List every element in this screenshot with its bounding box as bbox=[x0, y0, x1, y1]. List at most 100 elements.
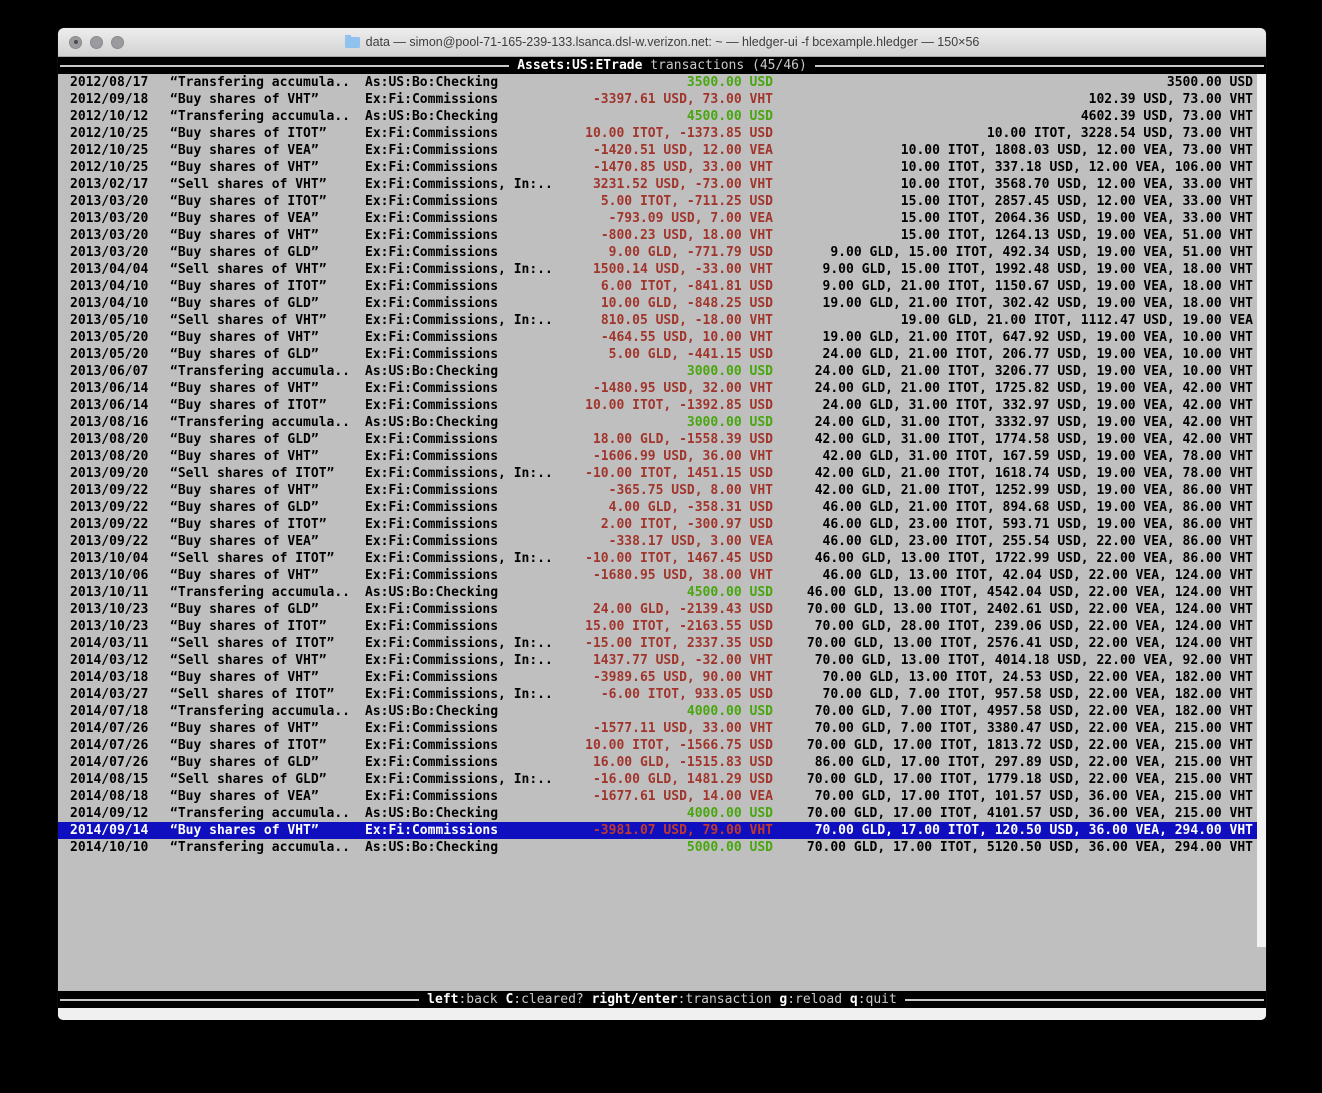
table-row[interactable]: 2014/08/15“Sell shares of GLD”Ex:Fi:Comm… bbox=[58, 771, 1266, 788]
transaction-date: 2014/07/18 bbox=[70, 703, 170, 720]
table-row[interactable]: 2012/10/12“Transfering accumula..As:US:B… bbox=[58, 108, 1266, 125]
table-row[interactable]: 2014/03/27“Sell shares of ITOT”Ex:Fi:Com… bbox=[58, 686, 1266, 703]
table-row[interactable]: 2013/04/10“Buy shares of ITOT”Ex:Fi:Comm… bbox=[58, 278, 1266, 295]
table-row[interactable]: 2013/09/22“Buy shares of VHT”Ex:Fi:Commi… bbox=[58, 482, 1266, 499]
table-row[interactable]: 2013/10/23“Buy shares of GLD”Ex:Fi:Commi… bbox=[58, 601, 1266, 618]
table-row[interactable]: 2013/09/22“Buy shares of VEA”Ex:Fi:Commi… bbox=[58, 533, 1266, 550]
transaction-description: “Sell shares of ITOT” bbox=[170, 465, 365, 482]
table-row[interactable]: 2014/07/18“Transfering accumula..As:US:B… bbox=[58, 703, 1266, 720]
transaction-amount: -1420.51 USD, 12.00 VEA bbox=[583, 142, 773, 159]
table-row[interactable]: 2013/03/20“Buy shares of VHT”Ex:Fi:Commi… bbox=[58, 227, 1266, 244]
transaction-amount: -15.00 ITOT, 2337.35 USD bbox=[583, 635, 773, 652]
transaction-date: 2013/10/23 bbox=[70, 601, 170, 618]
table-row[interactable]: 2012/10/25“Buy shares of ITOT”Ex:Fi:Comm… bbox=[58, 125, 1266, 142]
transaction-amount: -464.55 USD, 10.00 VHT bbox=[583, 329, 773, 346]
transaction-running-balance: 24.00 GLD, 31.00 ITOT, 332.97 USD, 19.00… bbox=[773, 397, 1253, 414]
table-row[interactable]: 2013/10/06“Buy shares of VHT”Ex:Fi:Commi… bbox=[58, 567, 1266, 584]
transaction-description: “Buy shares of GLD” bbox=[170, 431, 365, 448]
transaction-amount: 5.00 ITOT, -711.25 USD bbox=[583, 193, 773, 210]
table-row[interactable]: 2012/10/25“Buy shares of VHT”Ex:Fi:Commi… bbox=[58, 159, 1266, 176]
table-row[interactable]: 2013/03/20“Buy shares of GLD”Ex:Fi:Commi… bbox=[58, 244, 1266, 261]
key-hint-right-enter: right/enter bbox=[592, 992, 678, 1007]
table-row[interactable]: 2013/09/22“Buy shares of GLD”Ex:Fi:Commi… bbox=[58, 499, 1266, 516]
transaction-running-balance: 24.00 GLD, 21.00 ITOT, 3206.77 USD, 19.0… bbox=[773, 363, 1253, 380]
zoom-button[interactable] bbox=[111, 36, 124, 49]
table-row[interactable]: 2014/03/18“Buy shares of VHT”Ex:Fi:Commi… bbox=[58, 669, 1266, 686]
table-row[interactable]: 2012/08/17“Transfering accumula..As:US:B… bbox=[58, 74, 1266, 91]
table-row[interactable]: 2014/10/10“Transfering accumula..As:US:B… bbox=[58, 839, 1266, 856]
scrollbar[interactable] bbox=[1257, 74, 1266, 947]
transaction-description: “Buy shares of VHT” bbox=[170, 482, 365, 499]
transaction-description: “Sell shares of GLD” bbox=[170, 771, 365, 788]
header-dash-left bbox=[60, 65, 509, 67]
table-row[interactable]: 2014/03/11“Sell shares of ITOT”Ex:Fi:Com… bbox=[58, 635, 1266, 652]
transaction-description: “Buy shares of VHT” bbox=[170, 159, 365, 176]
traffic-lights bbox=[69, 28, 124, 56]
transaction-description: “Buy shares of ITOT” bbox=[170, 125, 365, 142]
table-row[interactable]: 2013/06/07“Transfering accumula..As:US:B… bbox=[58, 363, 1266, 380]
footer-hints: left:back C:cleared? right/enter:transac… bbox=[427, 992, 897, 1007]
table-row[interactable]: 2013/06/14“Buy shares of VHT”Ex:Fi:Commi… bbox=[58, 380, 1266, 397]
transaction-date: 2012/10/25 bbox=[70, 159, 170, 176]
table-row[interactable]: 2014/07/26“Buy shares of VHT”Ex:Fi:Commi… bbox=[58, 720, 1266, 737]
transaction-description: “Sell shares of ITOT” bbox=[170, 635, 365, 652]
minimize-button[interactable] bbox=[90, 36, 103, 49]
table-row[interactable]: 2013/08/16“Transfering accumula..As:US:B… bbox=[58, 414, 1266, 431]
key-hint-desc: :cleared? bbox=[513, 992, 591, 1007]
table-row[interactable]: 2014/07/26“Buy shares of GLD”Ex:Fi:Commi… bbox=[58, 754, 1266, 771]
table-row[interactable]: 2013/10/04“Sell shares of ITOT”Ex:Fi:Com… bbox=[58, 550, 1266, 567]
transaction-running-balance: 86.00 GLD, 17.00 ITOT, 297.89 USD, 22.00… bbox=[773, 754, 1253, 771]
transaction-amount: -1470.85 USD, 33.00 VHT bbox=[583, 159, 773, 176]
transaction-date: 2014/07/26 bbox=[70, 737, 170, 754]
table-row[interactable]: 2013/04/10“Buy shares of GLD”Ex:Fi:Commi… bbox=[58, 295, 1266, 312]
transaction-running-balance: 46.00 GLD, 13.00 ITOT, 4542.04 USD, 22.0… bbox=[773, 584, 1253, 601]
table-row[interactable]: 2013/04/04“Sell shares of VHT”Ex:Fi:Comm… bbox=[58, 261, 1266, 278]
transaction-amount: -1480.95 USD, 32.00 VHT bbox=[583, 380, 773, 397]
close-button[interactable] bbox=[69, 36, 82, 49]
table-row[interactable]: 2013/02/17“Sell shares of VHT”Ex:Fi:Comm… bbox=[58, 176, 1266, 193]
transaction-date: 2013/05/10 bbox=[70, 312, 170, 329]
transaction-amount: 24.00 GLD, -2139.43 USD bbox=[583, 601, 773, 618]
desktop: { "window": { "title": "data — simon@poo… bbox=[0, 0, 1322, 1093]
table-row-selected[interactable]: 2014/09/14“Buy shares of VHT”Ex:Fi:Commi… bbox=[58, 822, 1266, 839]
table-row[interactable]: 2014/03/12“Sell shares of VHT”Ex:Fi:Comm… bbox=[58, 652, 1266, 669]
table-row[interactable]: 2013/05/20“Buy shares of GLD”Ex:Fi:Commi… bbox=[58, 346, 1266, 363]
table-row[interactable]: 2014/08/18“Buy shares of VEA”Ex:Fi:Commi… bbox=[58, 788, 1266, 805]
transaction-other-account: Ex:Fi:Commissions bbox=[365, 482, 583, 499]
table-row[interactable]: 2014/09/12“Transfering accumula..As:US:B… bbox=[58, 805, 1266, 822]
table-row[interactable]: 2012/09/18“Buy shares of VHT”Ex:Fi:Commi… bbox=[58, 91, 1266, 108]
transaction-date: 2014/07/26 bbox=[70, 720, 170, 737]
transaction-description: “Transfering accumula.. bbox=[170, 363, 365, 380]
window-titlebar[interactable]: data — simon@pool-71-165-239-133.lsanca.… bbox=[58, 28, 1266, 57]
table-row[interactable]: 2013/06/14“Buy shares of ITOT”Ex:Fi:Comm… bbox=[58, 397, 1266, 414]
transaction-amount: 4500.00 USD bbox=[583, 584, 773, 601]
transaction-other-account: Ex:Fi:Commissions bbox=[365, 380, 583, 397]
table-row[interactable]: 2013/10/23“Buy shares of ITOT”Ex:Fi:Comm… bbox=[58, 618, 1266, 635]
table-row[interactable]: 2013/09/20“Sell shares of ITOT”Ex:Fi:Com… bbox=[58, 465, 1266, 482]
table-row[interactable]: 2013/08/20“Buy shares of GLD”Ex:Fi:Commi… bbox=[58, 431, 1266, 448]
transaction-other-account: Ex:Fi:Commissions bbox=[365, 533, 583, 550]
transaction-date: 2013/06/14 bbox=[70, 380, 170, 397]
transaction-amount: 5.00 GLD, -441.15 USD bbox=[583, 346, 773, 363]
terminal-window: data — simon@pool-71-165-239-133.lsanca.… bbox=[58, 28, 1266, 1019]
transaction-date: 2014/09/14 bbox=[70, 822, 170, 839]
transaction-other-account: Ex:Fi:Commissions, In:.. bbox=[365, 771, 583, 788]
table-row[interactable]: 2013/08/20“Buy shares of VHT”Ex:Fi:Commi… bbox=[58, 448, 1266, 465]
transaction-running-balance: 42.00 GLD, 31.00 ITOT, 167.59 USD, 19.00… bbox=[773, 448, 1253, 465]
table-row[interactable]: 2013/03/20“Buy shares of ITOT”Ex:Fi:Comm… bbox=[58, 193, 1266, 210]
table-row[interactable]: 2013/10/11“Transfering accumula..As:US:B… bbox=[58, 584, 1266, 601]
key-hint-desc: :reload bbox=[787, 992, 850, 1007]
transaction-amount: 9.00 GLD, -771.79 USD bbox=[583, 244, 773, 261]
table-row[interactable]: 2014/07/26“Buy shares of ITOT”Ex:Fi:Comm… bbox=[58, 737, 1266, 754]
table-row[interactable]: 2013/09/22“Buy shares of ITOT”Ex:Fi:Comm… bbox=[58, 516, 1266, 533]
table-row[interactable]: 2012/10/25“Buy shares of VEA”Ex:Fi:Commi… bbox=[58, 142, 1266, 159]
table-row[interactable]: 2013/03/20“Buy shares of VEA”Ex:Fi:Commi… bbox=[58, 210, 1266, 227]
table-row[interactable]: 2013/05/10“Sell shares of VHT”Ex:Fi:Comm… bbox=[58, 312, 1266, 329]
transaction-other-account: As:US:Bo:Checking bbox=[365, 74, 583, 91]
transaction-date: 2013/08/20 bbox=[70, 431, 170, 448]
folder-icon bbox=[345, 37, 360, 48]
transaction-running-balance: 70.00 GLD, 17.00 ITOT, 4101.57 USD, 36.0… bbox=[773, 805, 1253, 822]
table-row[interactable]: 2013/05/20“Buy shares of VHT”Ex:Fi:Commi… bbox=[58, 329, 1266, 346]
transaction-description: “Transfering accumula.. bbox=[170, 805, 365, 822]
transaction-date: 2013/06/14 bbox=[70, 397, 170, 414]
